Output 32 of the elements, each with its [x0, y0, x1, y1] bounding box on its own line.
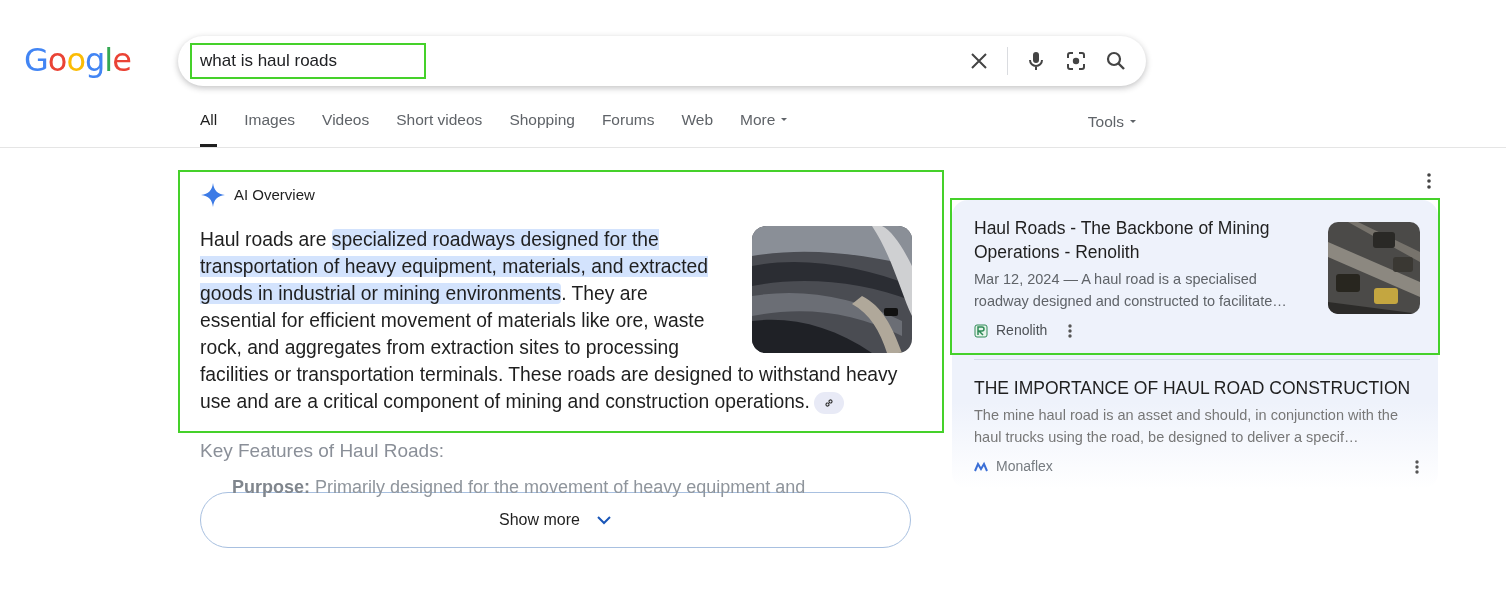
caret-icon: [1128, 118, 1138, 125]
camera-icon[interactable]: [1064, 49, 1088, 73]
search-result[interactable]: THE IMPORTANCE OF HAUL ROAD CONSTRUCTION The mine haul road is an asset and should, in conjunction with the haul trucks using the road, be designed to deliver a specif… Monaflex: [952, 360, 1438, 489]
tab[interactable]: Shopping: [509, 96, 575, 147]
more-menu[interactable]: More: [740, 96, 790, 147]
search-result[interactable]: Haul Roads - The Backbone of Mining Operations - Renolith Mar 12, 2024 — A haul road is a specialised roadway designed and constructed to facilitate… Renolith: [952, 200, 1438, 353]
section-heading: Key Features of Haul Roads:: [200, 439, 445, 463]
tools-menu[interactable]: Tools: [1081, 96, 1144, 147]
overview-paragraph: Haul roads are specialized roadways designed for the transportation of heavy equipment, materials, and extracted goods in industrial or mining environments. They are essential for efficient movement of materials like ore, waste rock, and aggregates from extraction sites to processing facilities or transportation terminals. These roads are designed to withstand heavy use and are a critical component of mining and construction operations.: [200, 228, 899, 415]
google-logo[interactable]: Google: [24, 40, 136, 82]
more-options-icon[interactable]: [1426, 172, 1432, 190]
source-name[interactable]: Monaflex: [996, 456, 1053, 477]
sparkle-icon: [200, 182, 226, 208]
tab[interactable]: Images: [244, 96, 296, 147]
source-name[interactable]: Renolith: [996, 320, 1048, 341]
tab[interactable]: All: [200, 96, 218, 147]
tab[interactable]: Web: [681, 96, 714, 147]
result-title[interactable]: Haul Roads - The Backbone of Mining Operations - Renolith: [974, 216, 1312, 264]
result-snippet: Mar 12, 2024 — A haul road is a specialised roadway designed and constructed to facilitate…: [974, 270, 1288, 311]
tab[interactable]: Short videos: [396, 96, 483, 147]
search-field[interactable]: what is haul roads: [192, 45, 424, 77]
more-options-icon[interactable]: [1414, 458, 1420, 475]
caret-icon: [779, 117, 790, 123]
chevron-down-icon: [595, 514, 612, 525]
result-snippet: The mine haul road is an asset and should, in conjunction with the haul trucks using the road, be designed to deliver a specif…: [974, 406, 1399, 447]
more-options-icon[interactable]: [1067, 322, 1074, 339]
panel-title: AI Overview: [234, 184, 315, 205]
link-icon[interactable]: [813, 391, 844, 414]
result-title[interactable]: THE IMPORTANCE OF HAUL ROAD CONSTRUCTION: [974, 376, 1420, 400]
site-favicon-icon: [974, 323, 988, 338]
tab[interactable]: Forums: [601, 96, 655, 147]
tab[interactable]: Videos: [322, 96, 370, 147]
